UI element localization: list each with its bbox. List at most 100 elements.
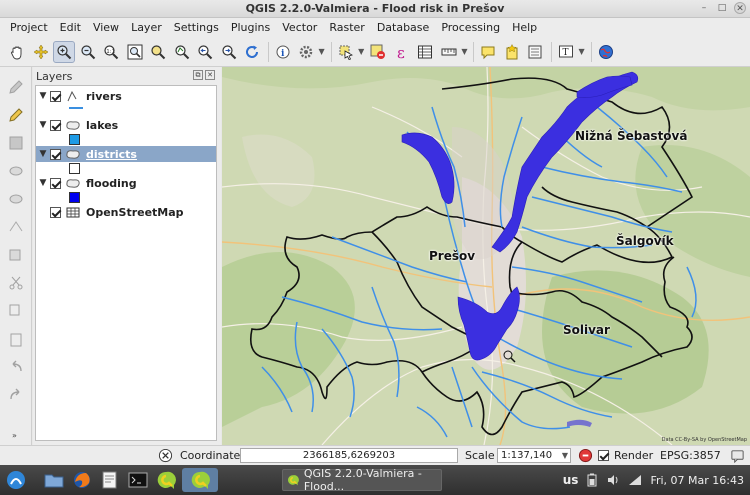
terminal-button[interactable] xyxy=(126,468,150,492)
refresh-button[interactable] xyxy=(241,41,263,63)
float-panel-icon[interactable]: ⧉ xyxy=(193,70,203,80)
layer-visibility-checkbox[interactable] xyxy=(50,119,61,131)
layer-visibility-checkbox[interactable] xyxy=(50,148,61,160)
system-tray: us Fri, 07 Mar 16:43 xyxy=(563,465,744,495)
menu-vector[interactable]: Vector xyxy=(276,21,323,34)
field-calculator-button[interactable]: ε xyxy=(391,41,413,63)
menu-raster[interactable]: Raster xyxy=(323,21,370,34)
scale-label: Scale xyxy=(465,449,495,462)
layer-item-openstreetmap[interactable]: OpenStreetMap xyxy=(36,204,216,220)
chevron-down-icon[interactable]: ▼ xyxy=(358,47,364,56)
taskbar-window-qgis[interactable]: QGIS 2.2.0-Valmiera - Flood... xyxy=(282,467,442,493)
cut-icon[interactable] xyxy=(8,275,24,291)
menu-layer[interactable]: Layer xyxy=(125,21,168,34)
layer-item-districts[interactable]: ▼ districts xyxy=(36,146,216,162)
maximize-icon[interactable]: □ xyxy=(716,2,728,14)
close-panel-icon[interactable]: ✕ xyxy=(205,70,215,80)
text-annotation-button[interactable]: T xyxy=(555,41,577,63)
scale-combobox[interactable]: 1:137,140 ▼ xyxy=(497,448,571,463)
menu-settings[interactable]: Settings xyxy=(168,21,225,34)
menu-edit[interactable]: Edit xyxy=(54,21,87,34)
save-edits-icon[interactable] xyxy=(8,135,24,151)
map-tips-button[interactable] xyxy=(477,41,499,63)
move-feature-icon[interactable] xyxy=(8,191,24,207)
crs-status[interactable]: EPSG:3857 xyxy=(660,449,721,462)
measure-button[interactable] xyxy=(438,41,460,63)
menu-project[interactable]: Project xyxy=(4,21,54,34)
file-manager-button[interactable] xyxy=(42,468,66,492)
qgis-browser-button[interactable] xyxy=(182,468,218,492)
render-checkbox[interactable] xyxy=(598,450,609,461)
add-feature-icon[interactable] xyxy=(8,163,24,179)
menu-view[interactable]: View xyxy=(87,21,125,34)
close-icon[interactable]: ✕ xyxy=(734,2,746,14)
chevron-down-icon[interactable]: ▼ xyxy=(578,47,584,56)
expand-arrow-icon[interactable]: ▼ xyxy=(36,149,50,159)
zoom-last-button[interactable] xyxy=(194,41,216,63)
node-tool-icon[interactable] xyxy=(8,219,24,235)
os-taskbar: QGIS 2.2.0-Valmiera - Flood... us Fri, 0… xyxy=(0,465,750,495)
layer-name: rivers xyxy=(86,89,122,103)
layer-item-lakes[interactable]: ▼ lakes xyxy=(36,117,216,133)
map-canvas[interactable]: Nižná Šebastová Šalgovík Prešov Solivar … xyxy=(222,67,750,445)
clock[interactable]: Fri, 07 Mar 16:43 xyxy=(650,474,744,487)
minimize-icon[interactable]: – xyxy=(698,2,710,14)
chevron-down-icon[interactable]: ▼ xyxy=(562,449,568,462)
table-icon xyxy=(418,45,433,58)
openlayers-plugin-button[interactable] xyxy=(595,41,617,63)
coordinate-toggle-icon[interactable] xyxy=(158,448,173,463)
expand-arrow-icon[interactable]: ▼ xyxy=(36,178,50,188)
copy-icon[interactable] xyxy=(8,303,24,319)
chevron-down-icon[interactable]: ▼ xyxy=(319,47,325,56)
coordinate-field[interactable]: 2366185,6269203 xyxy=(240,448,458,463)
toolbar-overflow-icon[interactable]: » xyxy=(12,431,17,440)
zoom-full-button[interactable] xyxy=(124,41,146,63)
layer-visibility-checkbox[interactable] xyxy=(50,206,61,218)
zoom-to-layer-button[interactable] xyxy=(171,41,193,63)
menu-processing[interactable]: Processing xyxy=(435,21,506,34)
deselect-button[interactable] xyxy=(367,41,389,63)
volume-icon[interactable] xyxy=(606,473,620,487)
layer-item-rivers[interactable]: ▼ rivers xyxy=(36,88,216,104)
layer-visibility-checkbox[interactable] xyxy=(50,90,61,102)
title-bar: QGIS 2.2.0-Valmiera - Flood risk in Preš… xyxy=(0,0,750,18)
zoom-actual-size-button[interactable]: 1:1 xyxy=(100,41,122,63)
text-editor-button[interactable] xyxy=(98,468,122,492)
expand-arrow-icon[interactable]: ▼ xyxy=(36,120,50,130)
text-editor-icon xyxy=(102,471,117,489)
firefox-button[interactable] xyxy=(70,468,94,492)
chevron-down-icon[interactable]: ▼ xyxy=(461,47,467,56)
layer-item-flooding[interactable]: ▼ flooding xyxy=(36,175,216,191)
run-feature-action-button[interactable] xyxy=(295,41,317,63)
zoom-in-button[interactable] xyxy=(53,40,75,63)
battery-icon[interactable] xyxy=(586,473,598,487)
redo-icon[interactable] xyxy=(8,387,24,403)
undo-icon[interactable] xyxy=(8,359,24,375)
menu-plugins[interactable]: Plugins xyxy=(225,21,276,34)
start-menu-button[interactable] xyxy=(4,468,28,492)
show-bookmarks-button[interactable] xyxy=(524,41,546,63)
expand-arrow-icon[interactable]: ▼ xyxy=(36,91,50,101)
attribute-table-button[interactable] xyxy=(414,41,436,63)
menu-database[interactable]: Database xyxy=(371,21,436,34)
keyboard-layout[interactable]: us xyxy=(563,473,579,487)
zoom-to-selection-button[interactable] xyxy=(147,41,169,63)
delete-selected-icon[interactable] xyxy=(8,247,24,263)
paste-icon[interactable] xyxy=(8,331,24,347)
zoom-next-button[interactable] xyxy=(218,41,240,63)
pan-tool-button[interactable] xyxy=(6,41,28,63)
pencil-icon[interactable] xyxy=(8,79,24,95)
select-features-button[interactable] xyxy=(335,41,357,63)
new-bookmark-button[interactable] xyxy=(501,41,523,63)
layer-visibility-checkbox[interactable] xyxy=(50,177,61,189)
identify-button[interactable]: i xyxy=(272,41,294,63)
qgis-launcher-button[interactable] xyxy=(154,468,178,492)
zoom-out-button[interactable] xyxy=(77,41,99,63)
toggle-editing-icon[interactable] xyxy=(8,107,24,123)
network-icon[interactable] xyxy=(628,473,642,487)
menu-help[interactable]: Help xyxy=(506,21,543,34)
status-bar: Coordinate: 2366185,6269203 Scale 1:137,… xyxy=(0,445,750,465)
messages-icon[interactable] xyxy=(730,448,745,463)
pan-to-selection-button[interactable] xyxy=(30,41,52,63)
stop-render-icon[interactable] xyxy=(578,448,593,463)
